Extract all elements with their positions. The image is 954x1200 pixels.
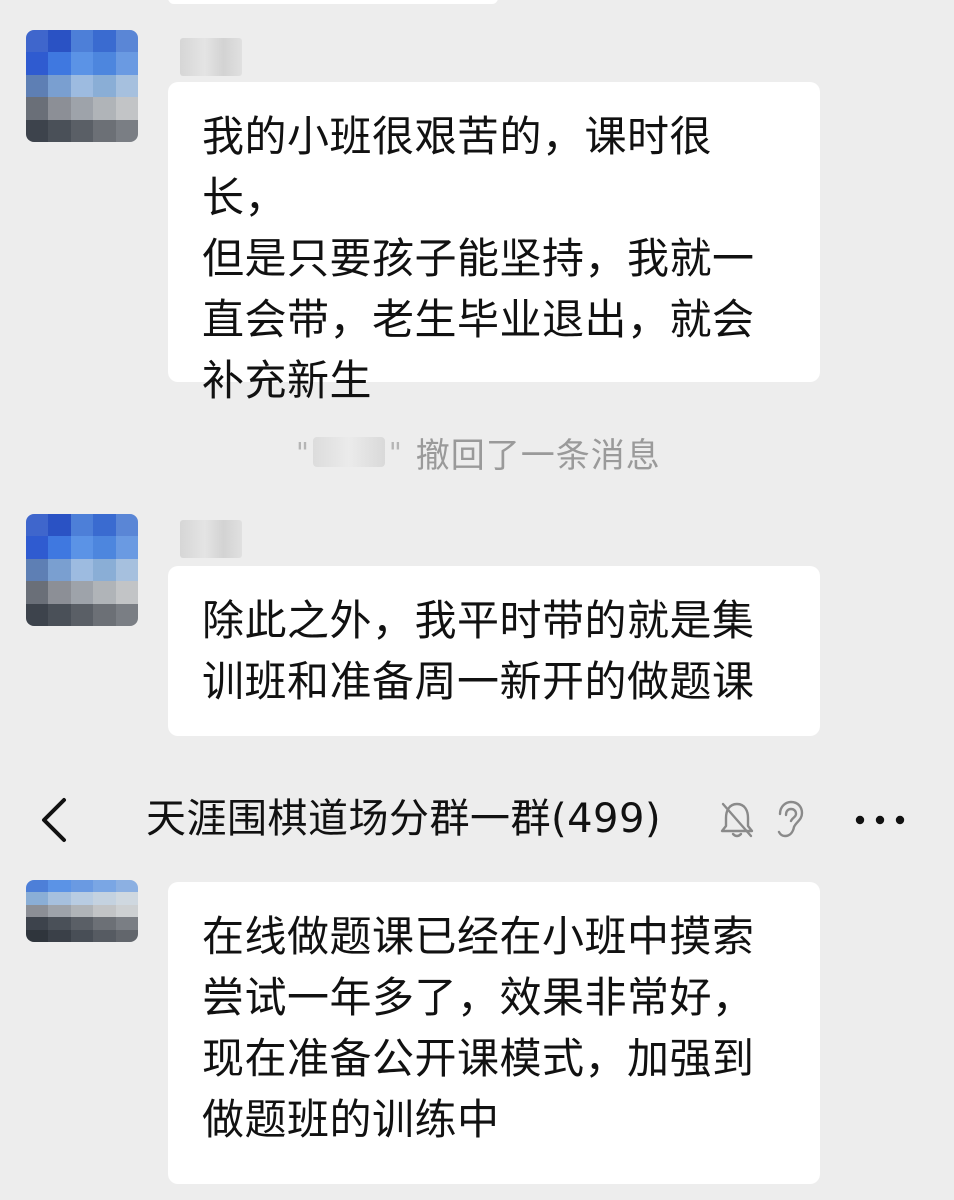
recall-notice-text: 撤回了一条消息	[415, 435, 661, 476]
sender-name-blurred	[180, 38, 242, 76]
recall-notice: " " 撤回了一条消息	[296, 428, 661, 476]
bell-off-icon	[720, 802, 754, 838]
chat-header: 天涯围棋道场分群一群(499)	[0, 770, 954, 870]
message-text: 除此之外，我平时带的就是集 训班和准备周一新开的做题课	[202, 596, 755, 706]
more-dots-icon[interactable]	[852, 806, 908, 834]
chevron-left-icon[interactable]	[34, 794, 74, 846]
message-bubble[interactable]: 我的小班很艰苦的，课时很长， 但是只要孩子能坚持，我就一 直会带，老生毕业退出，…	[168, 82, 820, 405]
recaller-name-blurred	[312, 437, 385, 467]
notice-open-quote: "	[296, 435, 309, 469]
previous-message-bubble-edge	[168, 0, 498, 4]
message-text: 在线做题课已经在小班中摸索 尝试一年多了，效果非常好， 现在准备公开课模式，加强…	[202, 912, 755, 1144]
sender-name-blurred	[180, 520, 242, 558]
earpiece-icon	[777, 800, 804, 838]
sender-avatar[interactable]	[26, 514, 138, 626]
message-text: 我的小班很艰苦的，课时很长， 但是只要孩子能坚持，我就一 直会带，老生毕业退出，…	[202, 112, 755, 405]
chat-title: 天涯围棋道场分群一群(499)	[146, 796, 662, 842]
notice-close-quote: "	[388, 435, 402, 469]
sender-avatar[interactable]	[26, 30, 138, 142]
message-bubble[interactable]: 除此之外，我平时带的就是集 训班和准备周一新开的做题课	[168, 566, 820, 736]
message-bubble[interactable]: 在线做题课已经在小班中摸索 尝试一年多了，效果非常好， 现在准备公开课模式，加强…	[168, 882, 820, 1184]
sender-avatar[interactable]	[26, 880, 138, 942]
